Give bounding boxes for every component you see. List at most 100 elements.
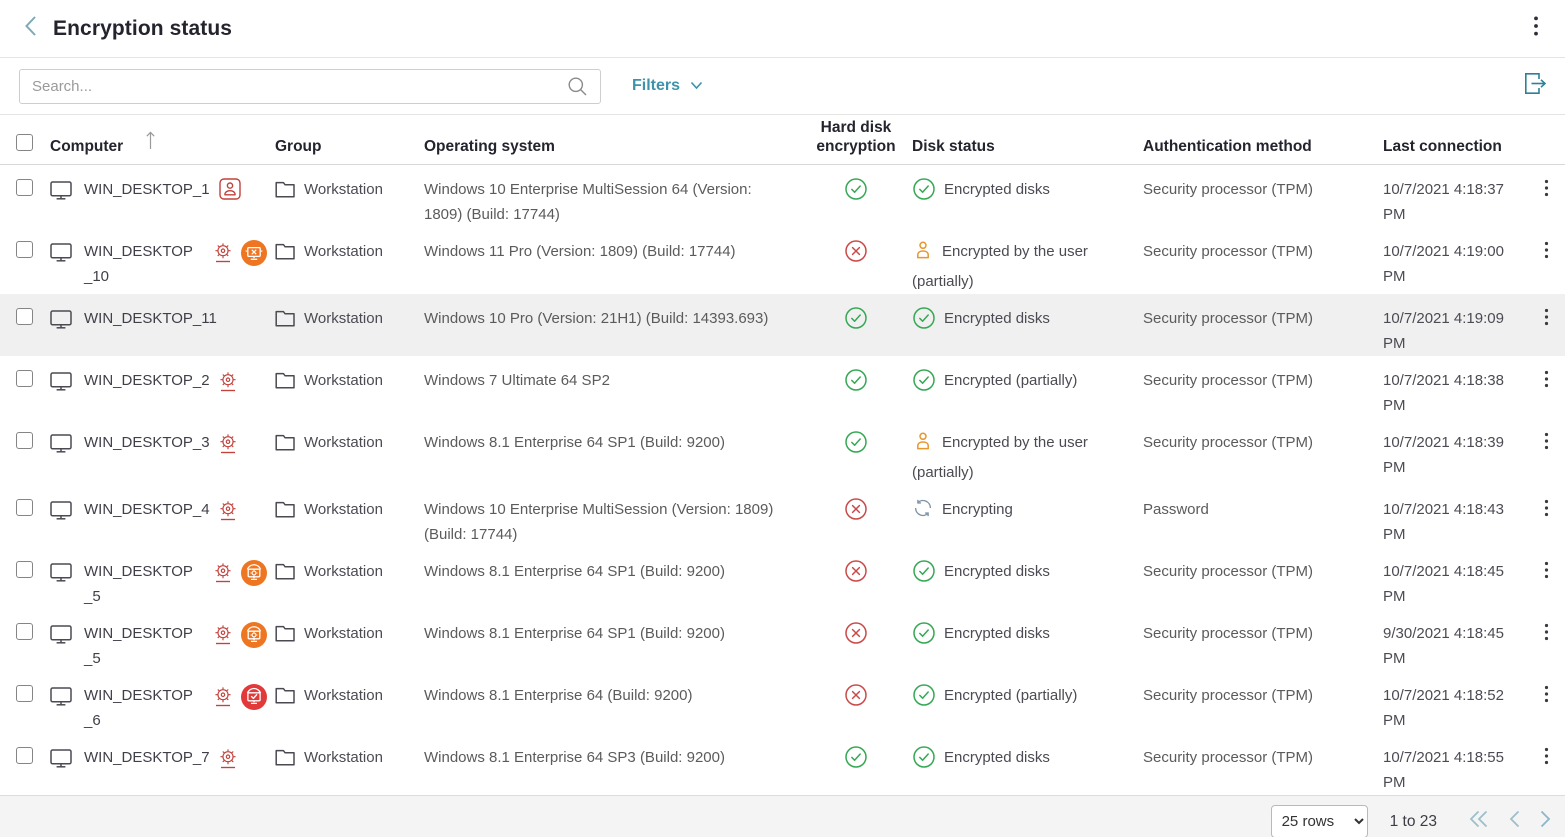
operating-system-cell: Windows 10 Enterprise MultiSession (Vers… <box>424 485 800 547</box>
disk-status-text: Encrypted disks <box>944 749 1050 766</box>
computer-name[interactable]: WIN​_DESKTOP​_3 <box>84 430 210 455</box>
monitor-icon <box>50 749 72 768</box>
search-icon[interactable] <box>567 76 588 97</box>
authentication-method-cell: Password <box>1143 485 1383 547</box>
hard-disk-encryption-cell <box>800 733 912 795</box>
computer-name[interactable]: WIN​_DESKTOP​_10 <box>84 239 205 289</box>
column-header-group[interactable]: Group <box>275 135 424 156</box>
row-menu-button[interactable] <box>1528 671 1565 733</box>
computer-name[interactable]: WIN​_DESKTOP​_2 <box>84 368 210 393</box>
authentication-method-cell: Security processor (TPM) <box>1143 294 1383 356</box>
row-menu-button[interactable] <box>1528 733 1565 795</box>
computer-name[interactable]: WIN​_DESKTOP​_7 <box>84 745 210 770</box>
row-menu-button[interactable] <box>1528 547 1565 609</box>
row-menu-button[interactable] <box>1528 485 1565 547</box>
row-menu-button[interactable] <box>1528 356 1565 418</box>
kebab-menu-icon <box>1544 246 1549 263</box>
computer-name[interactable]: WIN​_DESKTOP​_5 <box>84 621 205 671</box>
row-checkbox[interactable] <box>16 499 33 516</box>
hard-disk-encryption-cell <box>800 671 912 733</box>
kebab-menu-icon <box>1544 504 1549 521</box>
x-circle-icon <box>844 559 868 591</box>
back-button[interactable] <box>24 15 37 42</box>
authentication-method-text: Security processor (TPM) <box>1143 687 1313 704</box>
operating-system-cell: Windows 8.1 Enterprise 64 SP1 (Build: 92… <box>424 547 800 609</box>
previous-page-button[interactable] <box>1509 810 1520 833</box>
column-header-authentication-method[interactable]: Authentication method <box>1143 135 1383 156</box>
os-text: Windows 8.1 Enterprise 64 SP3 (Build: 92… <box>424 749 725 766</box>
next-page-button[interactable] <box>1540 810 1551 833</box>
back-chevron-icon <box>24 15 37 42</box>
authentication-method-text: Security processor (TPM) <box>1143 749 1313 766</box>
os-text: Windows 10 Enterprise MultiSession (Vers… <box>424 501 773 543</box>
computer-name[interactable]: WIN​_DESKTOP​_4 <box>84 497 210 522</box>
disk-status-text: Encrypted by the user (partially) <box>912 434 1088 481</box>
folder-icon <box>275 181 295 198</box>
row-checkbox[interactable] <box>16 432 33 449</box>
computer-cell: WIN​_DESKTOP​_4 <box>50 485 275 547</box>
row-menu-button[interactable] <box>1528 609 1565 671</box>
computer-cell: WIN​_DESKTOP​_5 <box>50 609 275 671</box>
row-checkbox[interactable] <box>16 370 33 387</box>
authentication-method-text: Security processor (TPM) <box>1143 243 1313 260</box>
first-page-button[interactable] <box>1469 810 1489 833</box>
column-header-computer[interactable]: Computer <box>50 128 275 156</box>
person-icon <box>912 239 934 269</box>
page-menu-button[interactable] <box>1527 11 1545 46</box>
row-select-cell <box>0 547 50 609</box>
computer-name[interactable]: WIN​_DESKTOP​_6 <box>84 683 205 733</box>
kebab-menu-icon <box>1544 375 1549 392</box>
folder-icon <box>275 310 295 327</box>
check-circle-icon <box>912 621 936 653</box>
group-cell: Workstation <box>275 418 424 485</box>
double-chevron-left-icon <box>1469 810 1489 833</box>
last-connection-text: 10/7/2021 4:18:37 PM <box>1383 181 1504 223</box>
column-header-hard-disk-encryption[interactable]: Hard disk encryption <box>800 116 912 156</box>
row-menu-button[interactable] <box>1528 418 1565 485</box>
operating-system-cell: Windows 8.1 Enterprise 64 SP3 (Build: 92… <box>424 733 800 795</box>
kebab-menu-icon <box>1544 628 1549 645</box>
filters-label: Filters <box>632 77 680 95</box>
row-checkbox[interactable] <box>16 308 33 325</box>
folder-icon <box>275 625 295 642</box>
last-connection-cell: 10/7/2021 4:18:38 PM <box>1383 356 1528 418</box>
column-header-last-connection[interactable]: Last connection <box>1383 135 1528 156</box>
row-checkbox[interactable] <box>16 241 33 258</box>
computer-cell: WIN​_DESKTOP​_7 <box>50 733 275 795</box>
kebab-menu-icon <box>1544 184 1549 201</box>
person-square-badge-icon <box>219 178 241 200</box>
row-checkbox[interactable] <box>16 747 33 764</box>
last-connection-text: 10/7/2021 4:19:09 PM <box>1383 310 1504 352</box>
row-menu-button[interactable] <box>1528 294 1565 356</box>
rows-per-page-select[interactable]: 25 rows <box>1271 805 1368 837</box>
column-header-disk-status[interactable]: Disk status <box>912 135 1143 156</box>
row-checkbox[interactable] <box>16 685 33 702</box>
computer-name[interactable]: WIN​_DESKTOP​_11 <box>84 306 217 331</box>
pagination-footer: 25 rows 1 to 23 <box>0 795 1565 837</box>
last-connection-text: 10/7/2021 4:19:00 PM <box>1383 243 1504 285</box>
last-connection-cell: 10/7/2021 4:19:09 PM <box>1383 294 1528 356</box>
column-header-operating-system[interactable]: Operating system <box>424 135 800 156</box>
row-checkbox[interactable] <box>16 623 33 640</box>
os-text: Windows 8.1 Enterprise 64 (Build: 9200) <box>424 687 692 704</box>
row-checkbox[interactable] <box>16 561 33 578</box>
group-name: Workstation <box>304 745 383 770</box>
row-checkbox[interactable] <box>16 179 33 196</box>
computer-name[interactable]: WIN​_DESKTOP​_5 <box>84 559 205 609</box>
table-row: WIN​_DESKTOP​_4 Workstation Windows 10 E… <box>0 485 1565 547</box>
hard-disk-encryption-cell <box>800 485 912 547</box>
computer-name[interactable]: WIN​_DESKTOP​_1 <box>84 177 210 202</box>
authentication-method-text: Security processor (TPM) <box>1143 563 1313 580</box>
disk-status-text: Encrypted (partially) <box>944 372 1077 389</box>
row-menu-button[interactable] <box>1528 227 1565 294</box>
kebab-menu-icon <box>1544 752 1549 769</box>
filters-button[interactable]: Filters <box>632 77 703 95</box>
row-menu-button[interactable] <box>1528 165 1565 227</box>
authentication-method-text: Security processor (TPM) <box>1143 181 1313 198</box>
group-cell: Workstation <box>275 485 424 547</box>
disk-status-cell: Encrypted disks <box>912 294 1143 356</box>
export-button[interactable] <box>1522 70 1549 102</box>
os-text: Windows 7 Ultimate 64 SP2 <box>424 372 610 389</box>
select-all-checkbox[interactable] <box>16 134 33 151</box>
search-input[interactable] <box>32 78 567 95</box>
